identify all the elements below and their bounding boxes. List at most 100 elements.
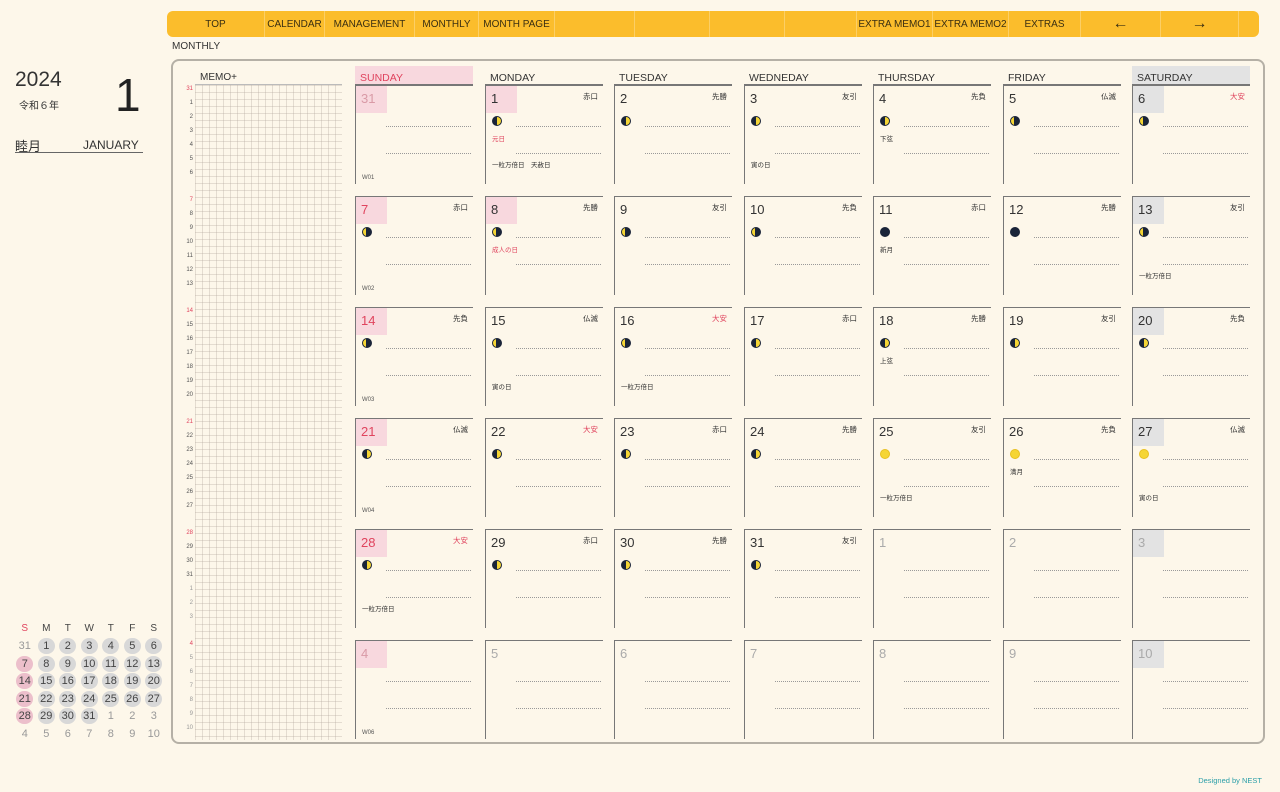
memo-grid[interactable] bbox=[195, 84, 342, 740]
day-cell[interactable]: 10 bbox=[1132, 640, 1250, 739]
mini-calendar-day[interactable]: 24 bbox=[79, 690, 101, 708]
mini-calendar-day[interactable]: 16 bbox=[57, 673, 79, 691]
next-arrow-button[interactable]: → bbox=[1161, 11, 1239, 37]
day-cell[interactable]: 31 W01 bbox=[355, 85, 473, 184]
mini-calendar-day[interactable]: 17 bbox=[79, 673, 101, 691]
day-cell[interactable]: 20 先負 bbox=[1132, 307, 1250, 406]
nav-tab-extras[interactable]: EXTRAS bbox=[1009, 11, 1081, 37]
day-cell[interactable]: 3 bbox=[1132, 529, 1250, 628]
mini-calendar-day[interactable]: 10 bbox=[79, 655, 101, 673]
mini-calendar-day[interactable]: 9 bbox=[122, 725, 144, 743]
day-cell[interactable]: 2 先勝 bbox=[614, 85, 732, 184]
mini-calendar-day[interactable]: 1 bbox=[100, 708, 122, 726]
mini-calendar-day[interactable]: 15 bbox=[36, 673, 58, 691]
day-cell[interactable]: 8 bbox=[873, 640, 991, 739]
day-cell[interactable]: 18 先勝 上弦 bbox=[873, 307, 991, 406]
day-cell[interactable]: 3 友引 寅の日 bbox=[744, 85, 862, 184]
mini-calendar-day[interactable]: 23 bbox=[57, 690, 79, 708]
mini-calendar-day[interactable]: 13 bbox=[143, 655, 165, 673]
day-cell[interactable]: 4 W06 bbox=[355, 640, 473, 739]
mini-calendar-day[interactable]: 21 bbox=[14, 690, 36, 708]
mini-calendar-day[interactable]: 27 bbox=[143, 690, 165, 708]
mini-calendar-day[interactable]: 7 bbox=[79, 725, 101, 743]
mini-calendar-day[interactable]: 6 bbox=[57, 725, 79, 743]
mini-calendar-day[interactable]: 20 bbox=[143, 673, 165, 691]
day-cell[interactable]: 5 仏滅 bbox=[1003, 85, 1121, 184]
day-cell[interactable]: 10 先負 bbox=[744, 196, 862, 295]
day-cell[interactable]: 24 先勝 bbox=[744, 418, 862, 517]
day-cell[interactable]: 7 bbox=[744, 640, 862, 739]
mini-calendar-day[interactable]: 19 bbox=[122, 673, 144, 691]
memo-line bbox=[386, 597, 471, 598]
prev-arrow-button[interactable]: ← bbox=[1081, 11, 1161, 37]
day-cell[interactable]: 11 赤口 新月 bbox=[873, 196, 991, 295]
mini-calendar-day[interactable]: 4 bbox=[100, 638, 122, 656]
nav-tab-empty[interactable] bbox=[785, 11, 857, 37]
day-cell[interactable]: 2 bbox=[1003, 529, 1121, 628]
day-cell[interactable]: 1 bbox=[873, 529, 991, 628]
mini-calendar-day[interactable]: 31 bbox=[14, 638, 36, 656]
mini-calendar-day[interactable]: 22 bbox=[36, 690, 58, 708]
mini-calendar-day[interactable]: 5 bbox=[122, 638, 144, 656]
nav-tab-management[interactable]: MANAGEMENT bbox=[325, 11, 415, 37]
mini-calendar-day[interactable]: 3 bbox=[143, 708, 165, 726]
nav-tab-empty[interactable] bbox=[710, 11, 785, 37]
mini-calendar-day[interactable]: 8 bbox=[36, 655, 58, 673]
mini-calendar-day[interactable]: 10 bbox=[143, 725, 165, 743]
day-cell[interactable]: 8 先勝 成人の日 bbox=[485, 196, 603, 295]
day-cell[interactable]: 1 赤口 元日 一粒万倍日 天赦日 bbox=[485, 85, 603, 184]
day-cell[interactable]: 13 友引 一粒万倍日 bbox=[1132, 196, 1250, 295]
day-cell[interactable]: 29 赤口 bbox=[485, 529, 603, 628]
nav-tab-calendar[interactable]: CALENDAR bbox=[265, 11, 325, 37]
day-cell[interactable]: 17 赤口 bbox=[744, 307, 862, 406]
day-cell[interactable]: 16 大安 一粒万倍日 bbox=[614, 307, 732, 406]
mini-calendar-day[interactable]: 9 bbox=[57, 655, 79, 673]
mini-calendar-day[interactable]: 2 bbox=[57, 638, 79, 656]
mini-calendar-day[interactable]: 3 bbox=[79, 638, 101, 656]
mini-calendar-day[interactable]: 30 bbox=[57, 708, 79, 726]
day-cell[interactable]: 15 仏滅 寅の日 bbox=[485, 307, 603, 406]
mini-calendar-day[interactable]: 28 bbox=[14, 708, 36, 726]
day-cell[interactable]: 28 大安 一粒万倍日 bbox=[355, 529, 473, 628]
mini-calendar-day[interactable]: 12 bbox=[122, 655, 144, 673]
mini-calendar-day[interactable]: 25 bbox=[100, 690, 122, 708]
mini-calendar-day[interactable]: 31 bbox=[79, 708, 101, 726]
nav-tab-top[interactable]: TOP bbox=[167, 11, 265, 37]
day-cell[interactable]: 22 大安 bbox=[485, 418, 603, 517]
day-cell[interactable]: 21 仏滅 W04 bbox=[355, 418, 473, 517]
mini-calendar-day[interactable]: 18 bbox=[100, 673, 122, 691]
nav-tab-extra-memo2[interactable]: EXTRA MEMO2 bbox=[933, 11, 1009, 37]
day-cell[interactable]: 6 bbox=[614, 640, 732, 739]
mini-calendar-day[interactable]: 4 bbox=[14, 725, 36, 743]
day-cell[interactable]: 23 赤口 bbox=[614, 418, 732, 517]
mini-calendar-day[interactable]: 29 bbox=[36, 708, 58, 726]
day-cell[interactable]: 27 仏滅 寅の日 bbox=[1132, 418, 1250, 517]
day-cell[interactable]: 12 先勝 bbox=[1003, 196, 1121, 295]
nav-tab-empty[interactable] bbox=[635, 11, 710, 37]
mini-calendar-day[interactable]: 6 bbox=[143, 638, 165, 656]
day-cell[interactable]: 5 bbox=[485, 640, 603, 739]
day-cell[interactable]: 4 先負 下弦 bbox=[873, 85, 991, 184]
day-cell[interactable]: 25 友引 一粒万倍日 bbox=[873, 418, 991, 517]
nav-tab-month-page[interactable]: MONTH PAGE bbox=[479, 11, 555, 37]
mini-calendar-day[interactable]: 1 bbox=[36, 638, 58, 656]
mini-calendar-day[interactable]: 11 bbox=[100, 655, 122, 673]
day-cell[interactable]: 6 大安 bbox=[1132, 85, 1250, 184]
day-cell[interactable]: 26 先負 満月 bbox=[1003, 418, 1121, 517]
mini-calendar-day[interactable]: 26 bbox=[122, 690, 144, 708]
mini-calendar-day[interactable]: 2 bbox=[122, 708, 144, 726]
day-cell[interactable]: 9 友引 bbox=[614, 196, 732, 295]
day-cell[interactable]: 7 赤口 W02 bbox=[355, 196, 473, 295]
mini-calendar-day[interactable]: 5 bbox=[36, 725, 58, 743]
nav-tab-extra-memo1[interactable]: EXTRA MEMO1 bbox=[857, 11, 933, 37]
day-cell[interactable]: 30 先勝 bbox=[614, 529, 732, 628]
mini-calendar-day[interactable]: 14 bbox=[14, 673, 36, 691]
day-cell[interactable]: 19 友引 bbox=[1003, 307, 1121, 406]
mini-calendar-day[interactable]: 8 bbox=[100, 725, 122, 743]
mini-calendar-day[interactable]: 7 bbox=[14, 655, 36, 673]
nav-tab-empty[interactable] bbox=[555, 11, 635, 37]
day-cell[interactable]: 31 友引 bbox=[744, 529, 862, 628]
nav-tab-monthly[interactable]: MONTHLY bbox=[415, 11, 479, 37]
day-cell[interactable]: 14 先負 W03 bbox=[355, 307, 473, 406]
day-cell[interactable]: 9 bbox=[1003, 640, 1121, 739]
